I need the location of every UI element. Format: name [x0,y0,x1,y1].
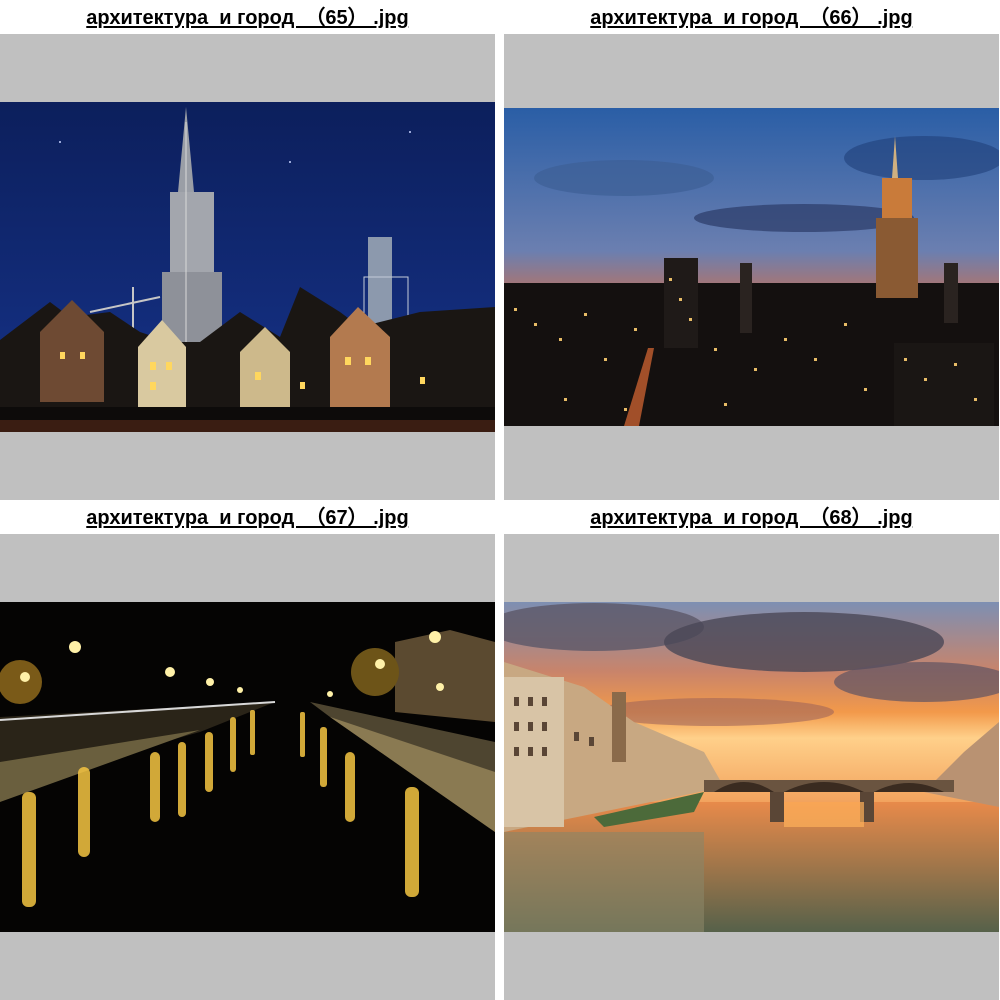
thumbnail-frame [0,34,495,500]
thumbnail-image[interactable] [0,602,495,932]
thumbnail-frame [504,534,999,1000]
thumbnail-image[interactable] [504,108,999,426]
file-name-link[interactable]: архитектура и город （65） .jpg [0,0,495,34]
gallery-item-67[interactable]: архитектура и город （67） .jpg [0,500,495,1000]
gallery-item-66[interactable]: архитектура и город （66） .jpg [504,0,999,500]
gallery-item-68[interactable]: архитектура и город （68） .jpg [504,500,999,1000]
file-name-link[interactable]: архитектура и город （68） .jpg [504,500,999,534]
file-name-link[interactable]: архитектура и город （66） .jpg [504,0,999,34]
file-name-link[interactable]: архитектура и город （67） .jpg [0,500,495,534]
thumbnail-frame [0,534,495,1000]
thumbnail-frame [504,34,999,500]
thumbnail-image[interactable] [0,102,495,432]
thumbnail-image[interactable] [504,602,999,932]
gallery-item-65[interactable]: архитектура и город （65） .jpg [0,0,495,500]
